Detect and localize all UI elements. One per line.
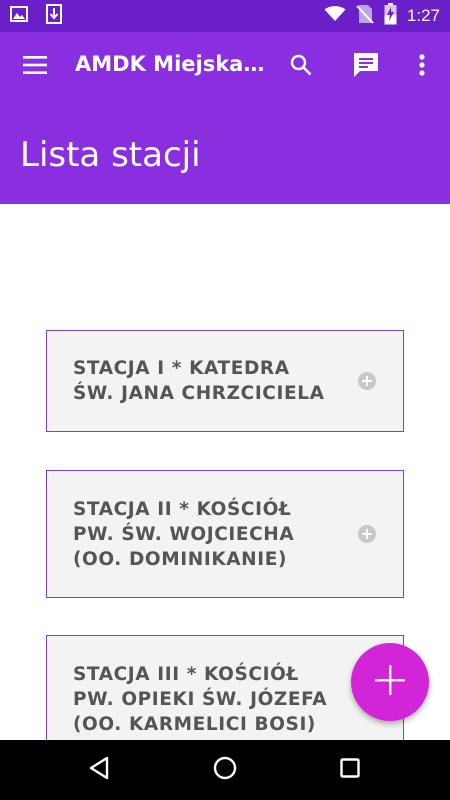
recents-icon <box>340 758 360 782</box>
menu-button[interactable] <box>11 43 59 91</box>
station-label: STACJA III * KOŚCIÓŁ PW. OPIEKI ŚW. JÓZE… <box>73 663 328 735</box>
page-title: Lista stacji <box>20 135 201 175</box>
add-circle-icon[interactable] <box>358 372 376 390</box>
app-title: AMDK Miejska… <box>75 52 265 76</box>
plus-icon <box>375 665 405 699</box>
app-bar: AMDK Miejska… Lista stacji <box>0 32 450 204</box>
screen: 1:27 AMDK Miejska… Lista stacji STACJA I… <box>0 0 450 800</box>
overflow-menu-button[interactable] <box>398 43 446 91</box>
image-icon <box>10 6 28 26</box>
more-vert-icon <box>419 54 425 80</box>
download-icon <box>46 4 62 28</box>
station-label: STACJA I * KATEDRA ŚW. JANA CHRZCICIELA <box>73 358 325 404</box>
back-icon <box>88 756 110 784</box>
back-button[interactable] <box>75 746 123 794</box>
station-card-1[interactable]: STACJA I * KATEDRA ŚW. JANA CHRZCICIELA <box>46 330 404 432</box>
chat-button[interactable] <box>342 43 390 91</box>
status-notifications <box>10 4 62 28</box>
home-icon <box>213 756 237 784</box>
wifi-icon <box>324 6 346 26</box>
toolbar: AMDK Miejska… <box>0 32 450 102</box>
battery-icon <box>384 3 397 29</box>
no-sim-icon <box>356 4 374 28</box>
home-button[interactable] <box>201 746 249 794</box>
station-card-3[interactable]: STACJA III * KOŚCIÓŁ PW. OPIEKI ŚW. JÓZE… <box>46 635 404 740</box>
search-icon <box>290 54 312 80</box>
add-circle-icon[interactable] <box>358 525 376 543</box>
station-card-2[interactable]: STACJA II * KOŚCIÓŁ PW. ŚW. WOJCIECHA (O… <box>46 470 404 598</box>
status-system: 1:27 <box>324 3 440 29</box>
station-label: STACJA II * KOŚCIÓŁ PW. ŚW. WOJCIECHA (O… <box>73 498 295 570</box>
search-button[interactable] <box>277 43 325 91</box>
navigation-bar <box>0 740 450 800</box>
status-time: 1:27 <box>406 6 440 25</box>
add-fab-button[interactable] <box>351 643 429 721</box>
menu-icon <box>23 56 47 78</box>
status-bar: 1:27 <box>0 0 450 32</box>
recents-button[interactable] <box>326 746 374 794</box>
chat-icon <box>352 51 380 83</box>
